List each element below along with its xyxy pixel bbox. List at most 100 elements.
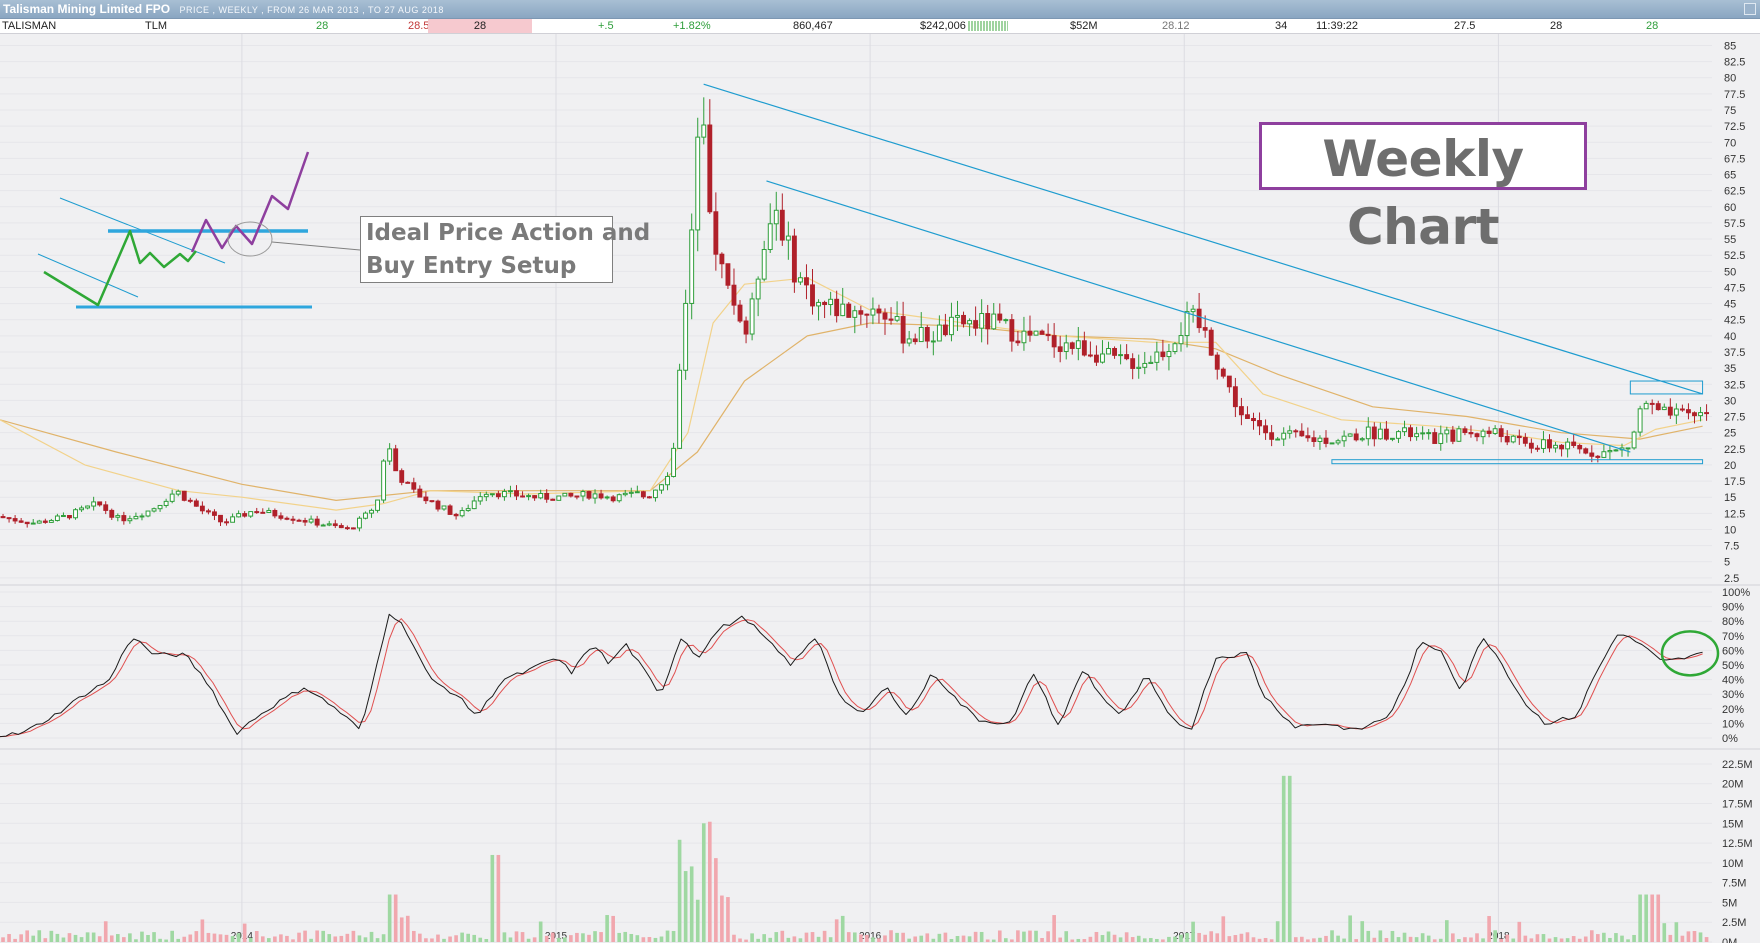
- candle-body: [1643, 402, 1649, 410]
- volume-bar: [158, 938, 162, 942]
- candle-body: [846, 303, 852, 318]
- candle-body: [912, 338, 918, 343]
- candle-body: [157, 504, 163, 510]
- volume-bar: [224, 934, 229, 942]
- volume-bar: [629, 933, 634, 942]
- window-button[interactable]: [1744, 3, 1756, 15]
- candle-body: [1063, 342, 1069, 352]
- volume-bar: [671, 930, 676, 942]
- volume-bar: [1130, 937, 1135, 942]
- volume-bar: [411, 930, 416, 942]
- volume-bar: [381, 934, 386, 942]
- candle-body: [520, 495, 525, 498]
- volume-bar: [1191, 921, 1195, 942]
- volume-bar: [297, 932, 301, 942]
- candle-body: [1456, 428, 1462, 442]
- volume-bar: [1124, 932, 1129, 942]
- price-tick-label: 20: [1724, 460, 1736, 472]
- candle-body: [888, 318, 894, 321]
- volume-bar: [13, 938, 17, 942]
- volume-bar: [895, 932, 899, 942]
- title-bar: Talisman Mining Limited FPO PRICE , WEEK…: [0, 0, 1760, 19]
- candle-body: [1396, 431, 1401, 439]
- ideal-setup-line2: Buy Entry Setup: [366, 253, 577, 279]
- candle-body: [1269, 432, 1275, 440]
- volume-tick-label: 5M: [1722, 897, 1737, 909]
- candle-body: [610, 496, 616, 502]
- candle-body: [707, 124, 713, 213]
- quote-trades: 34: [1275, 20, 1288, 32]
- volume-bar: [1444, 920, 1449, 942]
- candle-body: [73, 509, 78, 519]
- volume-bar: [122, 937, 126, 942]
- price-tick-label: 37.5: [1724, 347, 1745, 359]
- candle-body: [85, 505, 91, 509]
- volume-bar: [913, 936, 918, 942]
- volume-bar: [109, 935, 114, 942]
- candle-body: [810, 284, 815, 307]
- volume-bar: [593, 931, 597, 942]
- volume-bar: [943, 932, 948, 942]
- volume-bar: [1698, 932, 1703, 942]
- candle-body: [1486, 430, 1492, 434]
- candle-body: [24, 521, 30, 525]
- candle-body: [755, 278, 761, 300]
- volume-bar: [1559, 938, 1564, 942]
- price-tick-label: 25: [1724, 428, 1736, 440]
- price-tick-label: 27.5: [1724, 412, 1745, 424]
- candle-body: [248, 511, 254, 517]
- price-tick-label: 62.5: [1724, 186, 1745, 198]
- candle-body: [785, 235, 791, 241]
- candle-body: [1377, 428, 1383, 440]
- volume-bar: [1076, 938, 1081, 942]
- candle-body: [399, 470, 405, 483]
- candle-body: [1347, 433, 1353, 437]
- candle-body: [67, 515, 72, 519]
- candle-body: [1075, 340, 1081, 349]
- volume-bar: [242, 923, 247, 942]
- candle-body: [967, 320, 973, 325]
- volume-bar: [750, 933, 754, 942]
- volume-bar: [1173, 936, 1177, 942]
- stochastic-tick-label: 30%: [1722, 689, 1744, 701]
- candle-body: [1383, 428, 1389, 440]
- volume-bar: [877, 938, 881, 942]
- candle-body: [574, 495, 580, 498]
- candle-body: [1504, 435, 1510, 443]
- ideal-setup-callout: Ideal Price Action and Buy Entry Setup: [360, 216, 650, 283]
- quote-bar: TALISMAN TLM 28 28.5 28 +.5 +1.82% 860,4…: [0, 19, 1760, 34]
- candle-body: [163, 500, 169, 506]
- volume-bar: [635, 935, 640, 942]
- volume-bar: [1626, 939, 1630, 942]
- price-tick-label: 2.5: [1724, 573, 1739, 585]
- volume-bar: [315, 930, 319, 942]
- candle-body: [858, 310, 864, 315]
- candle-body: [1583, 448, 1589, 454]
- candle-body: [773, 209, 779, 225]
- volume-bar: [1402, 932, 1407, 942]
- candle-body: [1607, 450, 1613, 453]
- price-tick-label: 55: [1724, 234, 1736, 246]
- quote-market-cap: $52M: [1070, 20, 1098, 32]
- volume-bar: [810, 932, 815, 942]
- candle-body: [870, 308, 876, 316]
- candle-body: [743, 320, 749, 335]
- volume-tick-label: 22.5M: [1722, 759, 1753, 771]
- volume-bar: [230, 936, 235, 942]
- candle-body: [671, 447, 677, 477]
- candle-body: [91, 501, 97, 507]
- volume-bar: [871, 937, 875, 942]
- quote-last: 28: [316, 20, 329, 32]
- volume-bar: [816, 936, 821, 942]
- candle-body: [1365, 426, 1371, 440]
- candle-body: [1087, 354, 1093, 357]
- volume-bar: [357, 935, 362, 942]
- candle-body: [834, 298, 840, 317]
- volume-bar: [200, 919, 205, 942]
- candle-body: [48, 519, 54, 523]
- volume-bar: [91, 932, 96, 942]
- candle-body: [266, 509, 272, 513]
- candle-body: [1390, 437, 1395, 440]
- volume-bar: [1426, 935, 1431, 942]
- price-tick-label: 60: [1724, 202, 1736, 214]
